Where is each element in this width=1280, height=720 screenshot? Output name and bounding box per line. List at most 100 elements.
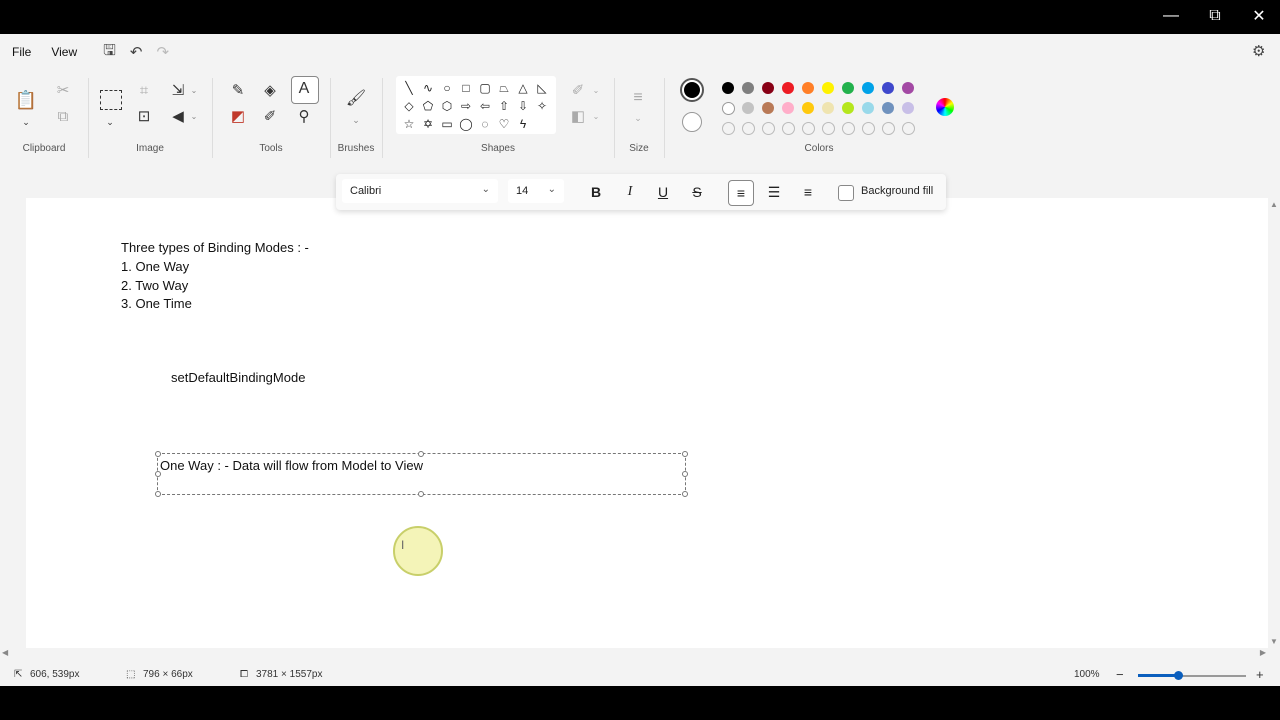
right-arrow-shape-icon[interactable]: ⇨ <box>458 98 474 114</box>
four-point-star-shape-icon[interactable]: ✧ <box>534 98 550 114</box>
up-arrow-shape-icon[interactable]: ⇧ <box>496 98 512 114</box>
color-swatch[interactable] <box>902 102 914 114</box>
fill-icon[interactable]: ◈ <box>260 80 280 100</box>
brush-icon[interactable]: 🖌 <box>346 88 366 108</box>
cloud-callout-shape-icon[interactable]: ◌ <box>477 116 493 132</box>
zoom-percent[interactable]: 100% <box>1074 669 1100 680</box>
paste-icon[interactable]: 📋 <box>15 90 37 110</box>
color-swatch[interactable] <box>842 102 854 114</box>
color-swatch[interactable] <box>902 82 914 94</box>
custom-color-slot[interactable] <box>902 122 915 135</box>
down-arrow-shape-icon[interactable]: ⇩ <box>515 98 531 114</box>
custom-color-slot[interactable] <box>742 122 755 135</box>
color-swatch[interactable] <box>762 82 774 94</box>
drawing-canvas[interactable]: Three types of Binding Modes : - 1. One … <box>26 198 1268 648</box>
minimize-button[interactable]: — <box>1150 0 1192 32</box>
custom-color-slot[interactable] <box>802 122 815 135</box>
magnifier-icon[interactable]: ⚲ <box>294 106 314 126</box>
redo-icon[interactable]: ↷ <box>157 43 170 61</box>
pentagon-shape-icon[interactable]: ⬠ <box>420 98 436 114</box>
text-box-content[interactable]: One Way : - Data will flow from Model to… <box>160 458 423 473</box>
resize-handle[interactable] <box>155 471 161 477</box>
strikethrough-button[interactable]: S <box>685 180 709 204</box>
six-point-star-shape-icon[interactable]: ✡ <box>420 116 436 132</box>
resize-handle[interactable] <box>155 451 161 457</box>
view-menu[interactable]: View <box>51 45 77 59</box>
custom-color-slot[interactable] <box>822 122 835 135</box>
background-fill-checkbox[interactable] <box>838 185 854 201</box>
color-swatch[interactable] <box>802 82 814 94</box>
lightning-shape-icon[interactable]: ϟ <box>515 116 531 132</box>
scroll-left-icon[interactable]: ◀ <box>2 648 8 657</box>
text-icon[interactable]: A <box>294 79 314 99</box>
edit-colors-icon[interactable] <box>936 98 954 116</box>
right-triangle-shape-icon[interactable]: ◺ <box>534 80 550 96</box>
oval-callout-shape-icon[interactable]: ◯ <box>458 116 474 132</box>
color-swatch[interactable] <box>782 82 794 94</box>
rect-callout-shape-icon[interactable]: ▭ <box>439 116 455 132</box>
color-picker-icon[interactable]: ✐ <box>260 106 280 126</box>
five-point-star-shape-icon[interactable]: ☆ <box>401 116 417 132</box>
color-swatch[interactable] <box>862 82 874 94</box>
select-chevron-icon[interactable]: ⌄ <box>100 112 120 132</box>
zoom-slider-thumb[interactable] <box>1173 671 1183 680</box>
text-box-selection[interactable]: One Way : - Data will flow from Model to… <box>155 451 688 497</box>
resize-handle[interactable] <box>682 471 688 477</box>
resize-chevron-icon[interactable]: ⌄ <box>184 80 204 100</box>
custom-color-slot[interactable] <box>842 122 855 135</box>
color-swatch[interactable] <box>802 102 814 114</box>
size-chevron-icon[interactable]: ⌄ <box>628 108 648 128</box>
color-swatch[interactable] <box>742 82 754 94</box>
align-center-button[interactable]: ☰ <box>762 180 786 204</box>
bold-button[interactable]: B <box>584 180 608 204</box>
left-arrow-shape-icon[interactable]: ⇦ <box>477 98 493 114</box>
color-swatch[interactable] <box>822 82 834 94</box>
oval-shape-icon[interactable]: ○ <box>439 80 455 96</box>
custom-color-slot[interactable] <box>882 122 895 135</box>
resize-handle[interactable] <box>418 451 424 457</box>
size-icon[interactable]: ≡ <box>628 88 648 108</box>
color-swatch[interactable] <box>762 102 774 114</box>
color-swatch[interactable] <box>882 82 894 94</box>
outline-icon[interactable]: ✐ <box>568 80 588 100</box>
diamond-shape-icon[interactable]: ◇ <box>401 98 417 114</box>
eraser-icon[interactable]: ◩ <box>228 106 248 126</box>
polygon-shape-icon[interactable]: ⏢ <box>496 80 512 96</box>
color-swatch[interactable] <box>822 102 834 114</box>
copy-icon[interactable]: ⧉ <box>53 106 73 126</box>
file-menu[interactable]: File <box>12 45 31 59</box>
primary-color-ring[interactable] <box>680 78 704 102</box>
crop-icon[interactable]: ⌗ <box>134 80 154 100</box>
brush-chevron-icon[interactable]: ⌄ <box>346 110 366 130</box>
resize-handle[interactable] <box>418 491 424 497</box>
zoom-out-button[interactable]: − <box>1116 667 1124 682</box>
scroll-right-icon[interactable]: ▶ <box>1260 648 1266 657</box>
custom-color-slot[interactable] <box>862 122 875 135</box>
rounded-rectangle-shape-icon[interactable]: ▢ <box>477 80 493 96</box>
settings-icon[interactable]: ⚙ <box>1252 42 1265 60</box>
scroll-up-icon[interactable]: ▲ <box>1270 200 1278 209</box>
color-swatch[interactable] <box>882 102 894 114</box>
resize-handle[interactable] <box>682 491 688 497</box>
color-swatch[interactable] <box>842 82 854 94</box>
font-size-dropdown[interactable]: 14 ⌄ <box>508 179 564 203</box>
vertical-scrollbar[interactable]: ▲ ▼ <box>1268 198 1280 648</box>
italic-button[interactable]: I <box>618 180 642 204</box>
hexagon-shape-icon[interactable]: ⬡ <box>439 98 455 114</box>
color-swatch[interactable] <box>722 82 734 94</box>
shape-fill-icon[interactable]: ◧ <box>568 106 588 126</box>
resize-handle[interactable] <box>155 491 161 497</box>
color-swatch[interactable] <box>782 102 794 114</box>
align-left-button[interactable]: ≡ <box>728 180 754 206</box>
font-dropdown[interactable]: Calibri ⌄ <box>342 179 498 203</box>
color-swatch[interactable] <box>722 102 735 115</box>
image-search-icon[interactable]: ⊡ <box>134 106 154 126</box>
custom-color-slot[interactable] <box>762 122 775 135</box>
fill-chevron-icon[interactable]: ⌄ <box>586 106 606 126</box>
cut-icon[interactable]: ✂ <box>53 80 73 100</box>
triangle-shape-icon[interactable]: △ <box>515 80 531 96</box>
close-button[interactable]: ✕ <box>1238 0 1280 32</box>
secondary-color-swatch[interactable] <box>682 112 702 132</box>
rectangle-shape-icon[interactable]: □ <box>458 80 474 96</box>
save-icon[interactable]: 🖫 <box>103 40 116 65</box>
